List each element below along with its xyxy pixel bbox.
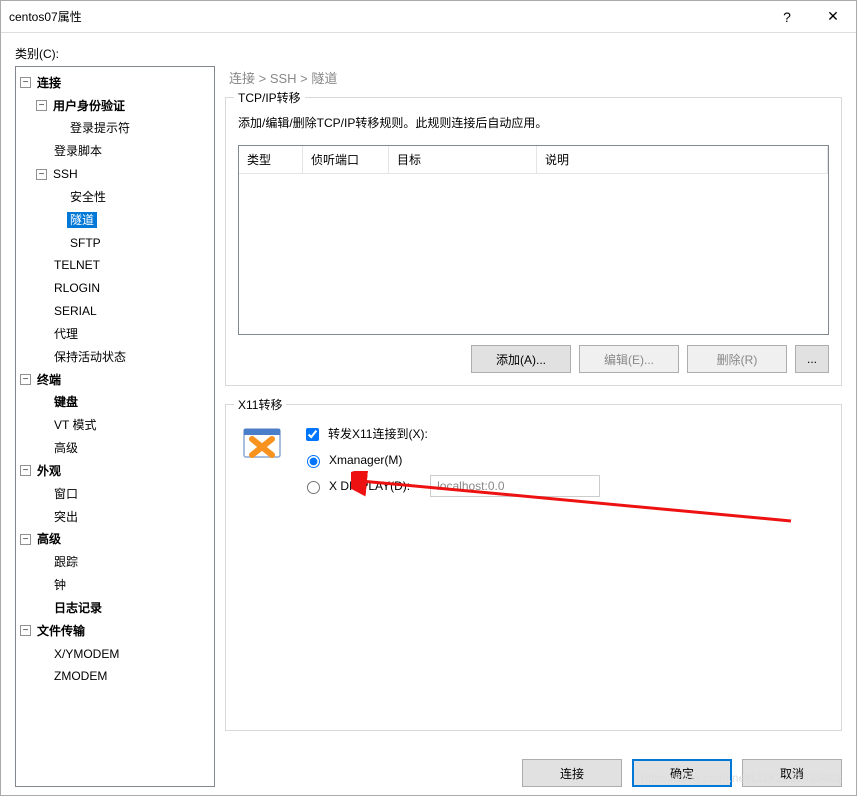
col-desc[interactable]: 说明: [537, 146, 828, 173]
more-button[interactable]: ...: [795, 345, 829, 373]
tree-xymodem[interactable]: X/YMODEM: [51, 646, 122, 662]
properties-dialog: centos07属性 ? ✕ 类别(C): −连接 −用户身份验证 登录提示符 …: [0, 0, 857, 796]
tree-keyboard[interactable]: 键盘: [51, 394, 81, 410]
add-button[interactable]: 添加(A)...: [471, 345, 571, 373]
tree-bell[interactable]: 钟: [51, 577, 69, 593]
cancel-button[interactable]: 取消: [742, 759, 842, 787]
category-label: 类别(C):: [15, 45, 842, 62]
tree-terminal[interactable]: 终端: [34, 372, 64, 388]
xmanager-label: Xmanager(M): [329, 447, 402, 473]
collapse-icon[interactable]: −: [36, 100, 47, 111]
tree-tunnel[interactable]: 隧道: [67, 212, 97, 228]
titlebar: centos07属性 ? ✕: [1, 1, 856, 33]
tree-auth[interactable]: 用户身份验证: [50, 98, 128, 114]
tree-highlight[interactable]: 突出: [51, 509, 81, 525]
collapse-icon[interactable]: −: [20, 465, 31, 476]
remove-button[interactable]: 删除(R): [687, 345, 787, 373]
tcpip-title: TCP/IP转移: [234, 89, 305, 106]
tree-vtmode[interactable]: VT 模式: [51, 417, 99, 433]
tree-login-prompt[interactable]: 登录提示符: [67, 120, 133, 136]
tree-security[interactable]: 安全性: [67, 189, 109, 205]
tree-sftp[interactable]: SFTP: [67, 235, 104, 251]
forward-x11-input[interactable]: [306, 428, 319, 441]
collapse-icon[interactable]: −: [20, 77, 31, 88]
tree-appearance[interactable]: 外观: [34, 463, 64, 479]
edit-button[interactable]: 编辑(E)...: [579, 345, 679, 373]
connect-button[interactable]: 连接: [522, 759, 622, 787]
col-port[interactable]: 侦听端口: [303, 146, 389, 173]
ok-button[interactable]: 确定: [632, 759, 732, 787]
tree-ssh[interactable]: SSH: [50, 166, 81, 182]
tree-proxy[interactable]: 代理: [51, 326, 81, 342]
col-type[interactable]: 类型: [239, 146, 303, 173]
tcpip-desc: 添加/编辑/删除TCP/IP转移规则。此规则连接后自动应用。: [238, 114, 829, 131]
tree-trace[interactable]: 跟踪: [51, 554, 81, 570]
tree-advanced[interactable]: 高级: [34, 531, 64, 547]
xmanager-radio-input[interactable]: [307, 455, 320, 468]
tree-telnet[interactable]: TELNET: [51, 257, 103, 273]
category-tree[interactable]: −连接 −用户身份验证 登录提示符 登录脚本 −SSH 安全性 隧道: [15, 66, 215, 787]
tree-connection[interactable]: 连接: [34, 75, 64, 91]
help-button[interactable]: ?: [764, 1, 810, 33]
tree-window[interactable]: 窗口: [51, 486, 81, 502]
x11-group: X11转移 转发X11连接到(X):: [225, 404, 842, 731]
x11-title: X11转移: [234, 396, 286, 413]
forward-x11-checkbox[interactable]: 转发X11连接到(X):: [302, 421, 600, 447]
tree-zmodem[interactable]: ZMODEM: [51, 668, 110, 684]
close-button[interactable]: ✕: [810, 1, 856, 33]
xdisplay-radio[interactable]: X DISPLAY(D):: [302, 473, 410, 499]
tcpip-rules-list[interactable]: 类型 侦听端口 目标 说明: [238, 145, 829, 335]
breadcrumb: 连接 > SSH > 隧道: [229, 68, 842, 87]
content-panel: 连接 > SSH > 隧道 TCP/IP转移 添加/编辑/删除TCP/IP转移规…: [225, 66, 842, 787]
collapse-icon[interactable]: −: [36, 169, 47, 180]
xmanager-icon: [242, 425, 282, 465]
list-header: 类型 侦听端口 目标 说明: [239, 146, 828, 174]
tree-serial[interactable]: SERIAL: [51, 303, 100, 319]
tree-term-advanced[interactable]: 高级: [51, 440, 81, 456]
collapse-icon[interactable]: −: [20, 534, 31, 545]
tree-rlogin[interactable]: RLOGIN: [51, 280, 103, 296]
tree-login-script[interactable]: 登录脚本: [51, 143, 105, 159]
xmanager-radio[interactable]: Xmanager(M): [302, 447, 600, 473]
xdisplay-input[interactable]: [430, 475, 600, 497]
window-title: centos07属性: [9, 8, 764, 25]
tree-filetransfer[interactable]: 文件传输: [34, 623, 88, 639]
col-target[interactable]: 目标: [389, 146, 537, 173]
collapse-icon[interactable]: −: [20, 374, 31, 385]
xdisplay-radio-input[interactable]: [307, 481, 320, 494]
dialog-footer: 连接 确定 取消: [225, 749, 842, 787]
xdisplay-label: X DISPLAY(D):: [329, 473, 410, 499]
collapse-icon[interactable]: −: [20, 625, 31, 636]
tree-logging[interactable]: 日志记录: [51, 600, 105, 616]
tree-keepalive[interactable]: 保持活动状态: [51, 349, 129, 365]
forward-x11-label: 转发X11连接到(X):: [328, 421, 428, 447]
tcpip-group: TCP/IP转移 添加/编辑/删除TCP/IP转移规则。此规则连接后自动应用。 …: [225, 97, 842, 386]
